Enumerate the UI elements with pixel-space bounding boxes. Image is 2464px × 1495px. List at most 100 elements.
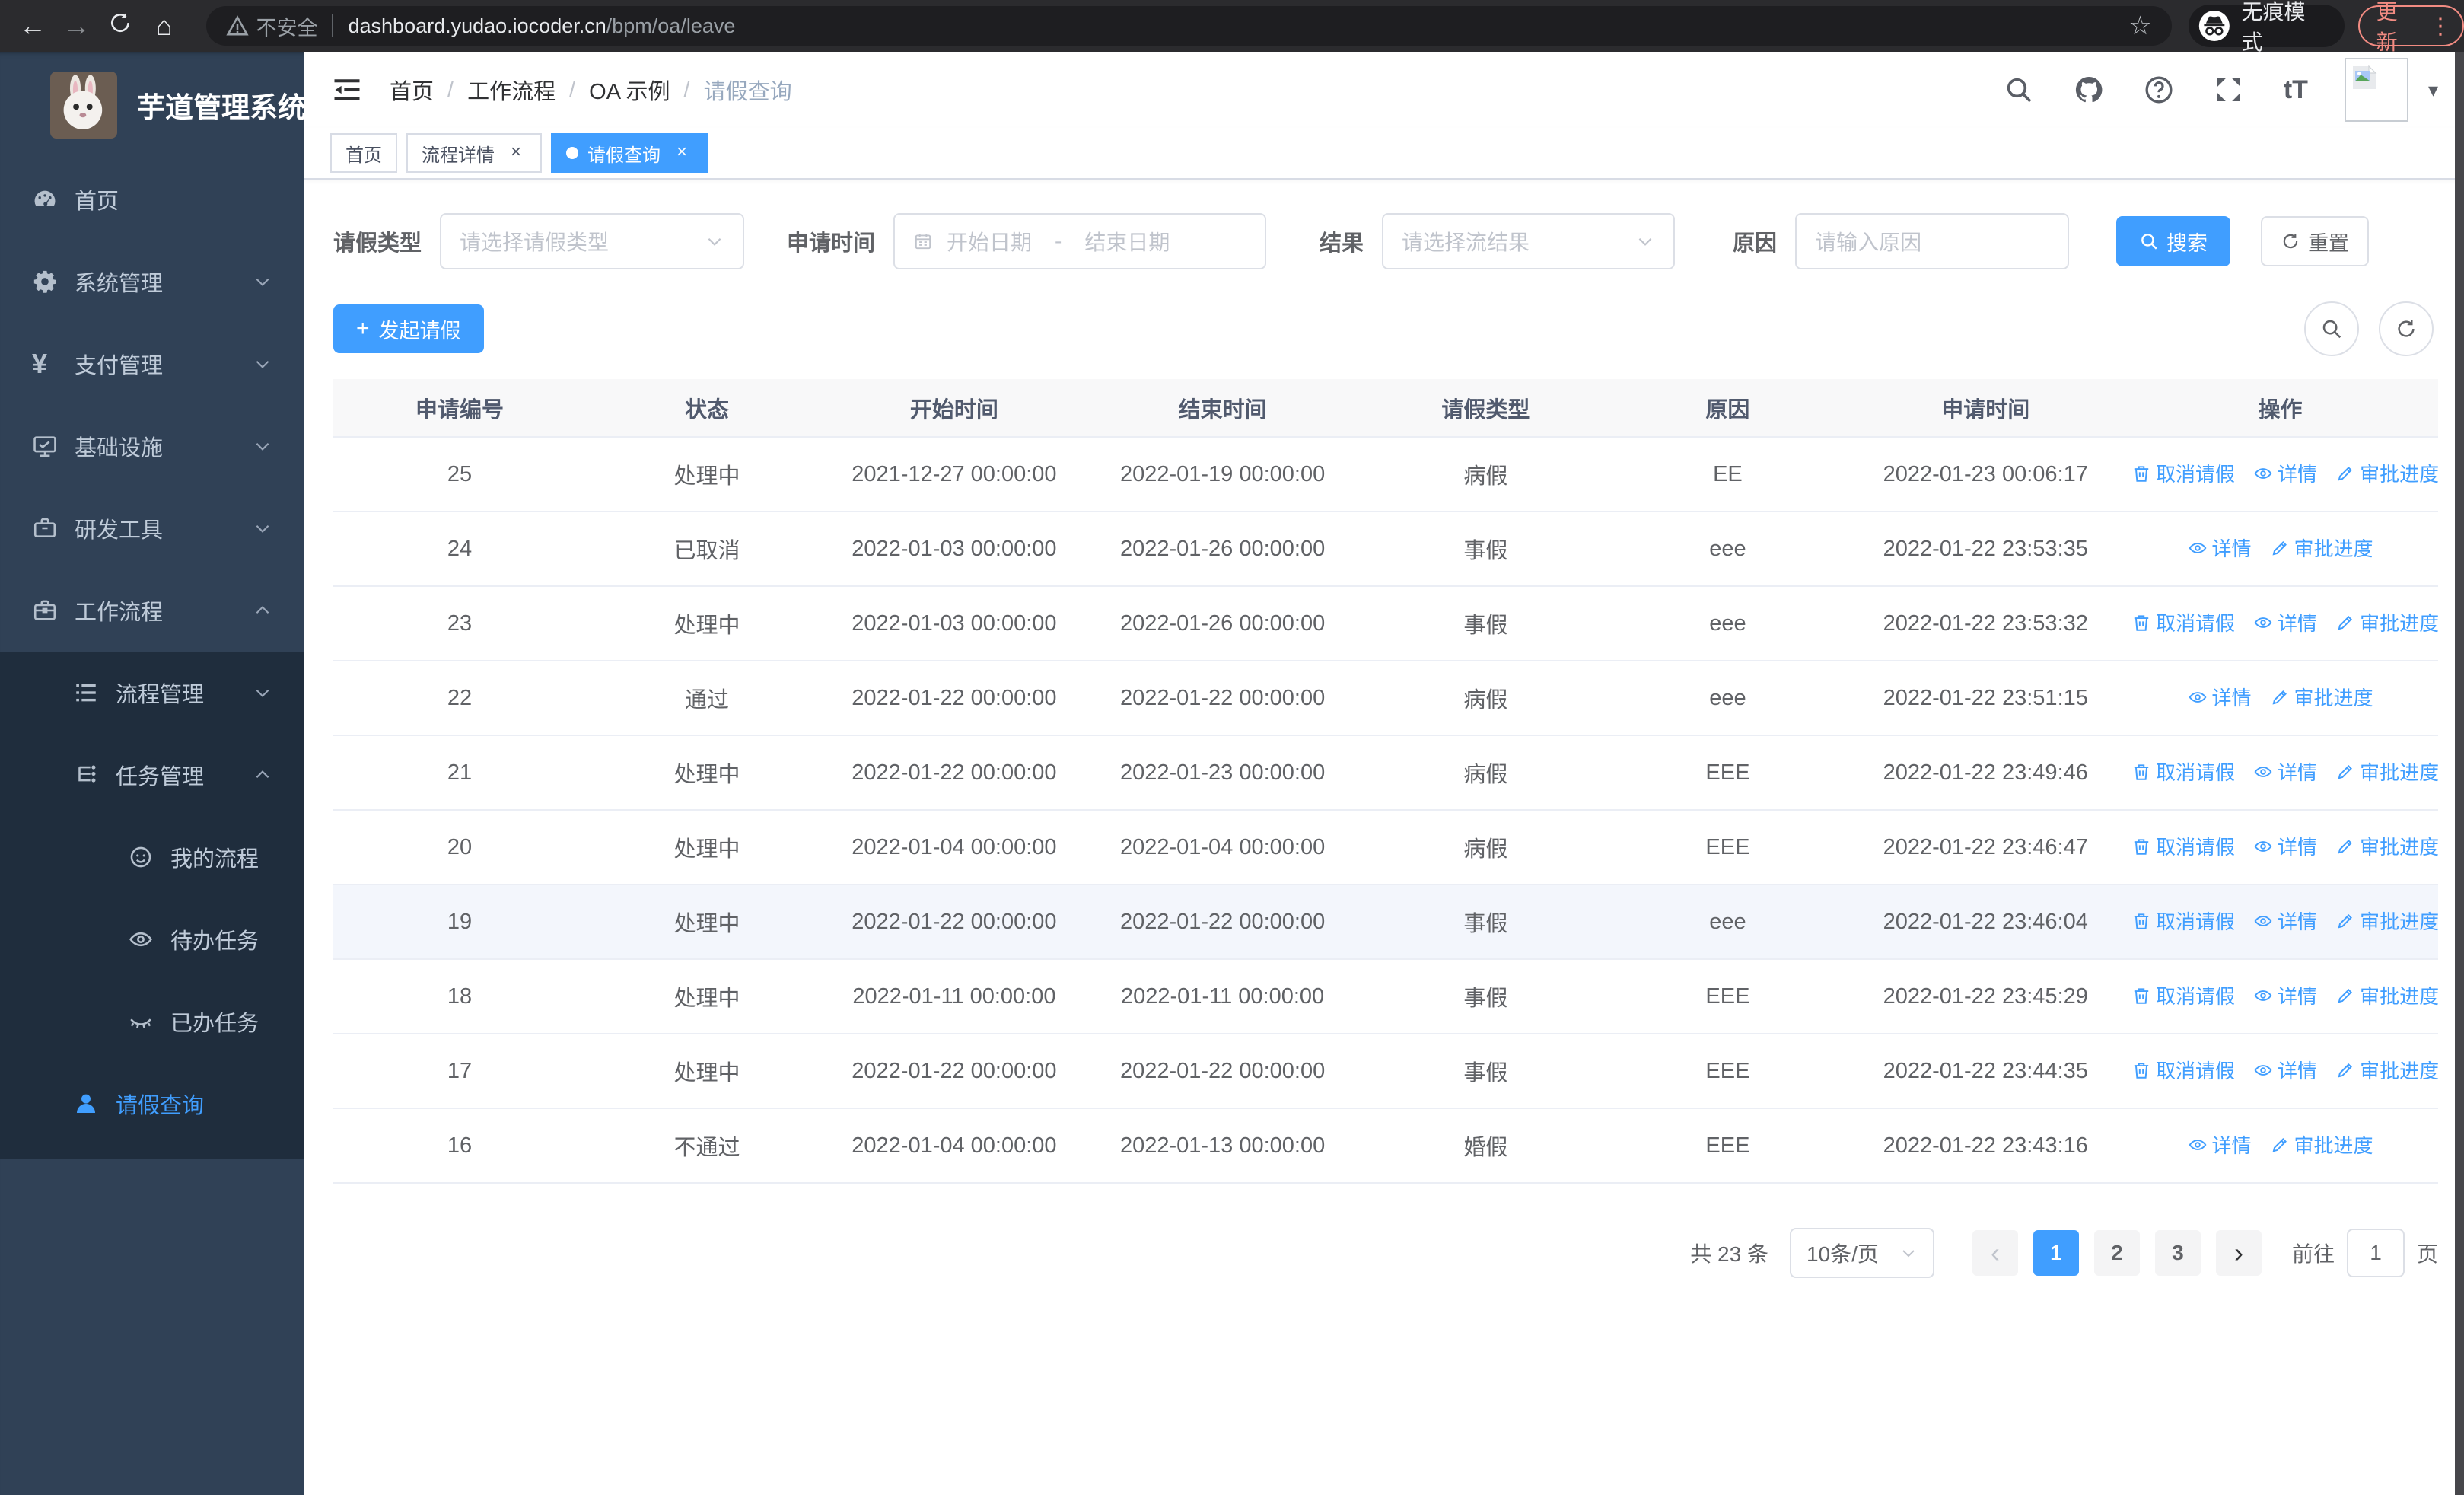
- breadcrumb-item[interactable]: 首页: [390, 74, 434, 106]
- page-size-select[interactable]: 10条/页: [1789, 1228, 1934, 1278]
- browser-menu-icon[interactable]: ⋮: [2429, 13, 2452, 40]
- cancel-leave-link[interactable]: 取消请假: [2131, 832, 2235, 860]
- detail-link[interactable]: 详情: [2188, 534, 2252, 562]
- prev-page-button[interactable]: ‹: [1972, 1230, 2018, 1276]
- detail-link[interactable]: 详情: [2188, 683, 2252, 711]
- page-button-1[interactable]: 1: [2033, 1230, 2079, 1276]
- next-page-button[interactable]: ›: [2215, 1230, 2262, 1276]
- forward-icon[interactable]: →: [55, 10, 99, 42]
- close-icon[interactable]: ×: [671, 142, 692, 164]
- cancel-leave-link[interactable]: 取消请假: [2131, 981, 2235, 1009]
- approval-progress-link[interactable]: 审批进度: [2335, 608, 2439, 636]
- sidebar-item[interactable]: 请假查询: [0, 1063, 304, 1145]
- end-date-placeholder[interactable]: 结束日期: [1084, 226, 1170, 257]
- cancel-leave-link[interactable]: 取消请假: [2131, 459, 2235, 487]
- sidebar-item[interactable]: 系统管理: [0, 241, 304, 323]
- sidebar-item[interactable]: 工作流程: [0, 569, 304, 652]
- detail-link[interactable]: 详情: [2188, 1130, 2252, 1159]
- reason-input[interactable]: 请输入原因: [1795, 213, 2070, 269]
- approval-progress-link[interactable]: 审批进度: [2335, 907, 2439, 935]
- detail-link[interactable]: 详情: [2253, 608, 2317, 636]
- reset-button[interactable]: 重置: [2261, 216, 2370, 266]
- sidebar-item[interactable]: ¥ 支付管理: [0, 323, 304, 405]
- sidebar-item[interactable]: 研发工具: [0, 487, 304, 569]
- bookmark-star-icon[interactable]: ☆: [2128, 11, 2151, 41]
- cell-status: 处理中: [585, 586, 828, 661]
- chevron-down-icon: [253, 683, 272, 703]
- url-path[interactable]: /bpm/oa/leave: [606, 14, 736, 38]
- breadcrumb-item[interactable]: 工作流程: [467, 74, 556, 106]
- sidebar-item[interactable]: 已办任务: [0, 980, 304, 1063]
- search-button[interactable]: 搜索: [2116, 216, 2231, 266]
- action-label: 审批进度: [2360, 836, 2440, 859]
- sidebar-item[interactable]: 待办任务: [0, 898, 304, 980]
- detail-link[interactable]: 详情: [2253, 757, 2317, 786]
- cancel-leave-link[interactable]: 取消请假: [2131, 757, 2235, 786]
- approval-progress-link[interactable]: 审批进度: [2335, 757, 2439, 786]
- sidebar-item[interactable]: 基础设施: [0, 405, 304, 487]
- approval-progress-link[interactable]: 审批进度: [2335, 981, 2439, 1009]
- address-bar[interactable]: 不安全 dashboard.yudao.iocoder.cn/bpm/oa/le…: [205, 6, 2172, 46]
- url-host[interactable]: dashboard.yudao.iocoder.cn: [349, 14, 606, 38]
- detail-link[interactable]: 详情: [2253, 1056, 2317, 1084]
- table-refresh-button[interactable]: [2379, 301, 2434, 356]
- logo[interactable]: 芋道管理系统: [0, 52, 306, 158]
- reload-icon[interactable]: [98, 10, 142, 42]
- avatar-caret-icon[interactable]: ▾: [2428, 78, 2438, 102]
- update-button[interactable]: 更新 ⋮: [2357, 0, 2464, 54]
- close-icon[interactable]: ×: [505, 142, 527, 164]
- approval-progress-link[interactable]: 审批进度: [2270, 683, 2373, 711]
- chevron-down-icon: [253, 518, 272, 538]
- detail-link[interactable]: 详情: [2253, 459, 2317, 487]
- approval-progress-link[interactable]: 审批进度: [2270, 534, 2373, 562]
- scrollbar[interactable]: [2455, 52, 2464, 1495]
- page-button-3[interactable]: 3: [2154, 1230, 2201, 1276]
- user-icon: [73, 1091, 99, 1117]
- trash-icon: [2131, 986, 2151, 1006]
- detail-link[interactable]: 详情: [2253, 981, 2317, 1009]
- sidebar-item[interactable]: 任务管理: [0, 734, 304, 816]
- breadcrumb-item[interactable]: OA 示例: [589, 74, 670, 106]
- apply-time-range[interactable]: 开始日期 - 结束日期: [893, 213, 1267, 269]
- home-icon[interactable]: ⌂: [142, 10, 186, 42]
- detail-link[interactable]: 详情: [2253, 907, 2317, 935]
- approval-progress-link[interactable]: 审批进度: [2335, 832, 2439, 860]
- chevron-up-icon: [253, 601, 272, 620]
- tab-label: 流程详情: [422, 145, 495, 166]
- sidebar-item[interactable]: 我的流程: [0, 816, 304, 898]
- help-icon[interactable]: [2144, 75, 2174, 105]
- cancel-leave-link[interactable]: 取消请假: [2131, 907, 2235, 935]
- fullscreen-icon[interactable]: [2214, 75, 2244, 105]
- edit-icon: [2335, 613, 2355, 633]
- edit-icon: [2270, 1135, 2290, 1155]
- approval-progress-link[interactable]: 审批进度: [2335, 459, 2439, 487]
- table-search-toggle-button[interactable]: [2304, 301, 2359, 356]
- github-icon[interactable]: [2074, 75, 2104, 105]
- approval-progress-link[interactable]: 审批进度: [2335, 1056, 2439, 1084]
- view-tab[interactable]: 流程详情 ×: [406, 133, 542, 173]
- cancel-leave-link[interactable]: 取消请假: [2131, 1056, 2235, 1084]
- security-label[interactable]: 不安全: [256, 11, 318, 41]
- trash-icon: [2131, 911, 2151, 931]
- create-leave-button[interactable]: + 发起请假: [333, 304, 484, 353]
- content: 请假类型 请选择请假类型 申请时间 开始日期 - 结束日期 结果 请选择流结果: [304, 180, 2464, 1278]
- view-tab[interactable]: 首页: [330, 133, 397, 173]
- sidebar-item[interactable]: 流程管理: [0, 652, 304, 734]
- goto-page-input[interactable]: 1: [2346, 1229, 2405, 1277]
- leave-type-select[interactable]: 请选择请假类型: [440, 213, 745, 269]
- view-tab[interactable]: 请假查询 ×: [551, 133, 708, 173]
- approval-progress-link[interactable]: 审批进度: [2270, 1130, 2373, 1159]
- sidebar-fold-icon[interactable]: [330, 73, 364, 107]
- sidebar-item[interactable]: 首页: [0, 158, 304, 241]
- start-date-placeholder[interactable]: 开始日期: [947, 226, 1032, 257]
- avatar[interactable]: [2344, 58, 2408, 122]
- cell-status: 处理中: [585, 735, 828, 811]
- cancel-leave-link[interactable]: 取消请假: [2131, 608, 2235, 636]
- back-icon[interactable]: ←: [11, 10, 55, 42]
- search-icon[interactable]: [2004, 75, 2034, 105]
- font-size-icon[interactable]: tT: [2284, 75, 2308, 105]
- page-button-2[interactable]: 2: [2093, 1230, 2140, 1276]
- result-select[interactable]: 请选择流结果: [1382, 213, 1676, 269]
- detail-link[interactable]: 详情: [2253, 832, 2317, 860]
- cell-status: 处理中: [585, 885, 828, 960]
